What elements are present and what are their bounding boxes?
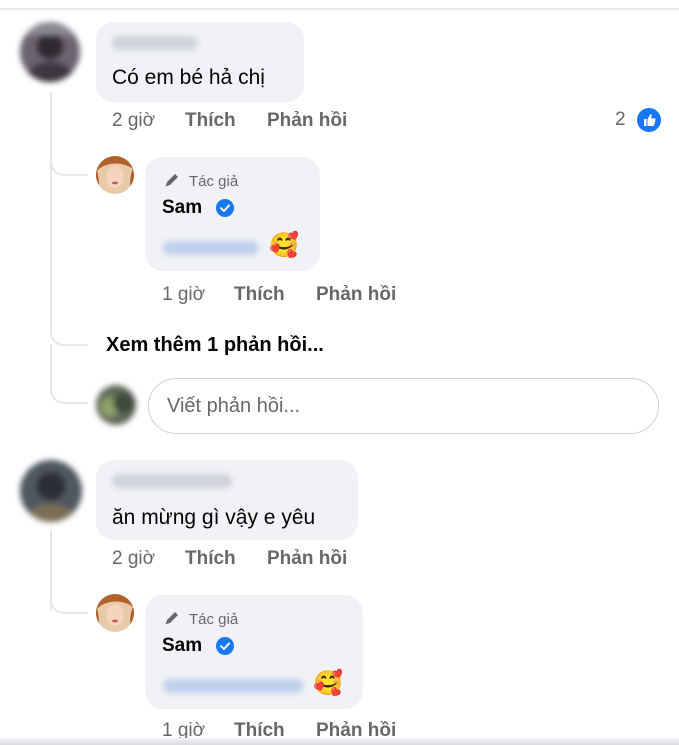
reply-connector [50,580,88,614]
commenter-avatar[interactable] [20,22,80,82]
verified-badge-icon [216,637,234,655]
comment-text: ăn mừng gì vậy e yêu [112,506,316,529]
author-name[interactable]: Sam [162,635,202,657]
bottom-edge [0,738,679,745]
commenter-name-blurred[interactable] [112,474,232,488]
author-name[interactable]: Sam [162,197,202,219]
smiling-hearts-emoji: 🥰 [269,232,299,259]
like-icon[interactable] [637,108,661,132]
reply-like-button[interactable]: Thích [234,284,285,306]
reply-connector [50,140,88,176]
thread-line [50,92,52,314]
mentioned-name-blurred[interactable] [163,241,259,255]
author-tag: Tác giả [189,611,239,628]
comment-time[interactable]: 2 giờ [112,110,155,132]
reply-time[interactable]: 1 giờ [162,284,205,306]
comment-bubble: ăn mừng gì vậy e yêu [96,460,358,540]
author-reply-bubble: Tác giả Sam 🥰 [145,595,363,709]
comment-text: Có em bé hả chị [112,66,265,89]
reply-input[interactable] [149,379,658,433]
reply-button[interactable]: Phản hồi [267,110,347,132]
author-avatar[interactable] [96,594,134,632]
see-more-connector [50,300,88,346]
reply-button[interactable]: Phản hồi [267,548,347,570]
reply-input-box[interactable] [148,378,659,434]
comment-bubble: Có em bé hả chị [96,22,304,102]
mentioned-name-blurred[interactable] [163,679,303,693]
current-user-avatar [96,385,136,425]
top-divider [0,8,679,10]
pen-icon [163,171,181,194]
author-avatar[interactable] [96,156,134,194]
verified-badge-icon [216,199,234,217]
commenter-avatar[interactable] [20,460,82,522]
author-reply-bubble: Tác giả Sam 🥰 [145,157,320,271]
reaction-count[interactable]: 2 [615,109,626,131]
like-button[interactable]: Thích [185,548,236,570]
pen-icon [163,609,181,632]
reply-reply-button[interactable]: Phản hồi [316,284,396,306]
comment-time[interactable]: 2 giờ [112,548,155,570]
author-tag: Tác giả [189,173,239,190]
smiling-hearts-emoji: 🥰 [313,670,343,697]
reply-input-connector [50,344,88,404]
like-button[interactable]: Thích [185,110,236,132]
commenter-name-blurred[interactable] [112,36,198,50]
see-more-replies-link[interactable]: Xem thêm 1 phản hồi... [106,334,324,357]
